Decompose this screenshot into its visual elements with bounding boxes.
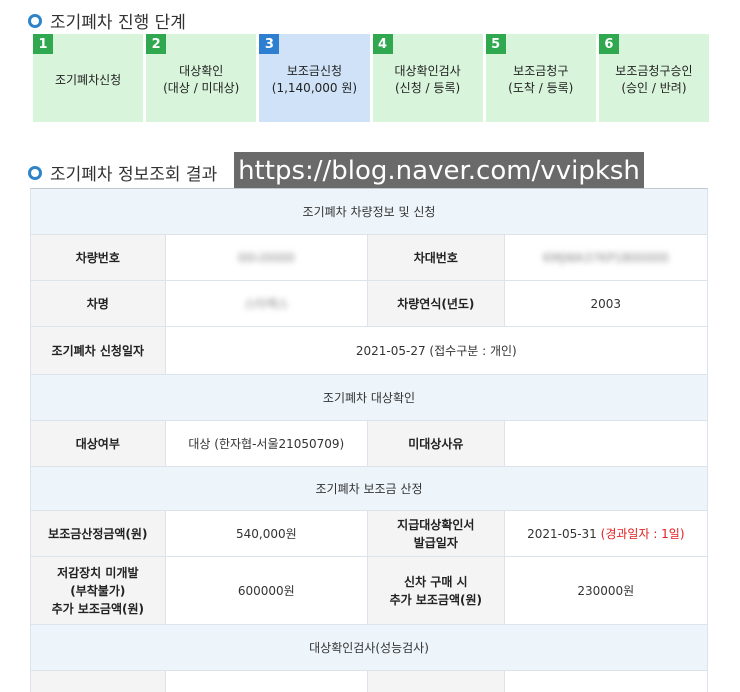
issue-date-value: 2021-05-31 (경과일자 : 1일)	[504, 511, 708, 556]
table-row: 차량번호 00나0000 차대번호 KMJWA37KP1B00000	[31, 235, 708, 281]
step-number: 6	[598, 34, 619, 54]
step-number: 5	[485, 34, 506, 54]
apply-date-value: 2021-05-27 (접수구분 : 개인)	[165, 327, 707, 374]
new-car-value: 230000원	[504, 557, 708, 624]
target-label: 대상여부	[31, 421, 166, 466]
step-label: 대상확인 (대상 / 미대상)	[163, 64, 240, 95]
subsidy-amount-label: 보조금산정금액(원)	[31, 511, 166, 556]
table-row: 대상확인검사(성능검사)	[31, 625, 707, 671]
info-title: 조기폐차 정보조회 결과	[50, 165, 218, 185]
step-label: 보조금청구 (도착 / 등록)	[508, 64, 574, 95]
chassis-label: 차대번호	[368, 235, 505, 280]
step-label: 대상확인검사 (신청 / 등록)	[394, 64, 461, 95]
progress-title: 조기폐차 진행 단계	[50, 13, 186, 33]
progress-section-title: 조기폐차 진행 단계	[28, 8, 186, 33]
new-car-label: 신차 구매 시 추가 보조금액(원)	[368, 557, 505, 624]
issue-date-label: 지급대상확인서 발급일자	[368, 511, 505, 556]
inspection-label-cell	[31, 671, 166, 692]
inspection-label-cell	[368, 671, 505, 692]
model-value: 스타렉스	[165, 281, 369, 326]
year-value: 2003	[504, 281, 708, 326]
step-label: 보조금청구승인 (승인 / 반려)	[615, 64, 693, 95]
table-row: 조기폐차 보조금 산정	[31, 467, 707, 511]
inspection-value-cell	[165, 671, 369, 692]
chassis-value: KMJWA37KP1B00000	[504, 235, 708, 280]
table-row: 보조금산정금액(원) 540,000원 지급대상확인서 발급일자 2021-05…	[31, 511, 708, 557]
non-target-value	[504, 421, 708, 466]
vehicle-info-table: 조기폐차 차량정보 및 신청 차량번호 00나0000 차대번호 KMJWA37…	[30, 188, 708, 692]
subsidy-amount-value: 540,000원	[165, 511, 369, 556]
step-6: 6 보조금청구승인 (승인 / 반려)	[598, 34, 710, 122]
table-row	[31, 671, 708, 692]
chassis-value-text: KMJWA37KP1B00000	[543, 250, 669, 265]
year-label: 차량연식(년도)	[368, 281, 505, 326]
apply-date-label: 조기폐차 신청일자	[31, 327, 166, 374]
plate-label: 차량번호	[31, 235, 166, 280]
elapsed-days-text: (경과일자 : 1일)	[600, 526, 685, 541]
table-row: 조기폐차 신청일자 2021-05-27 (접수구분 : 개인)	[31, 327, 707, 375]
step-number: 3	[259, 34, 280, 54]
step-number: 2	[146, 34, 167, 54]
step-3-active: 3 보조금신청 (1,140,000 원)	[259, 34, 370, 122]
plate-value-text: 00나0000	[237, 250, 295, 265]
target-header: 조기폐차 대상확인	[31, 375, 707, 420]
step-number: 1	[33, 34, 53, 54]
model-value-text: 스타렉스	[244, 296, 289, 311]
step-5: 5 보조금청구 (도착 / 등록)	[485, 34, 596, 122]
table-row: 대상여부 대상 (한자협-서울21050709) 미대상사유	[31, 421, 708, 467]
circle-bullet-icon	[28, 165, 42, 180]
table-row: 조기폐차 대상확인	[31, 375, 707, 421]
info-section-title: 조기폐차 정보조회 결과	[28, 160, 217, 185]
blog-watermark: https://blog.naver.com/vvipksh	[234, 152, 644, 190]
subsidy-header: 조기폐차 보조금 산정	[31, 467, 707, 510]
step-label: 조기폐차신청	[54, 72, 122, 87]
circle-bullet-icon	[28, 13, 42, 28]
progress-steps: 1 조기폐차신청 2 대상확인 (대상 / 미대상) 3 보조금신청 (1,14…	[33, 34, 710, 122]
non-target-label: 미대상사유	[368, 421, 505, 466]
vehicle-info-header: 조기폐차 차량정보 및 신청	[31, 189, 707, 234]
table-row: 차명 스타렉스 차량연식(년도) 2003	[31, 281, 708, 327]
step-1: 1 조기폐차신청	[33, 34, 144, 122]
inspection-value-cell	[504, 671, 708, 692]
step-2: 2 대상확인 (대상 / 미대상)	[146, 34, 257, 122]
target-value: 대상 (한자협-서울21050709)	[165, 421, 369, 466]
plate-value: 00나0000	[165, 235, 369, 280]
table-row: 조기폐차 차량정보 및 신청	[31, 189, 707, 235]
model-label: 차명	[31, 281, 166, 326]
issue-date-text: 2021-05-31	[527, 526, 597, 541]
table-row: 저감장치 미개발 (부착불가) 추가 보조금액(원) 600000원 신차 구매…	[31, 557, 708, 625]
step-number: 4	[372, 34, 393, 54]
step-label: 보조금신청 (1,140,000 원)	[271, 64, 358, 95]
reduction-device-value: 600000원	[165, 557, 369, 624]
inspection-header: 대상확인검사(성능검사)	[31, 625, 707, 670]
step-4: 4 대상확인검사 (신청 / 등록)	[372, 34, 483, 122]
reduction-device-label: 저감장치 미개발 (부착불가) 추가 보조금액(원)	[31, 557, 166, 624]
